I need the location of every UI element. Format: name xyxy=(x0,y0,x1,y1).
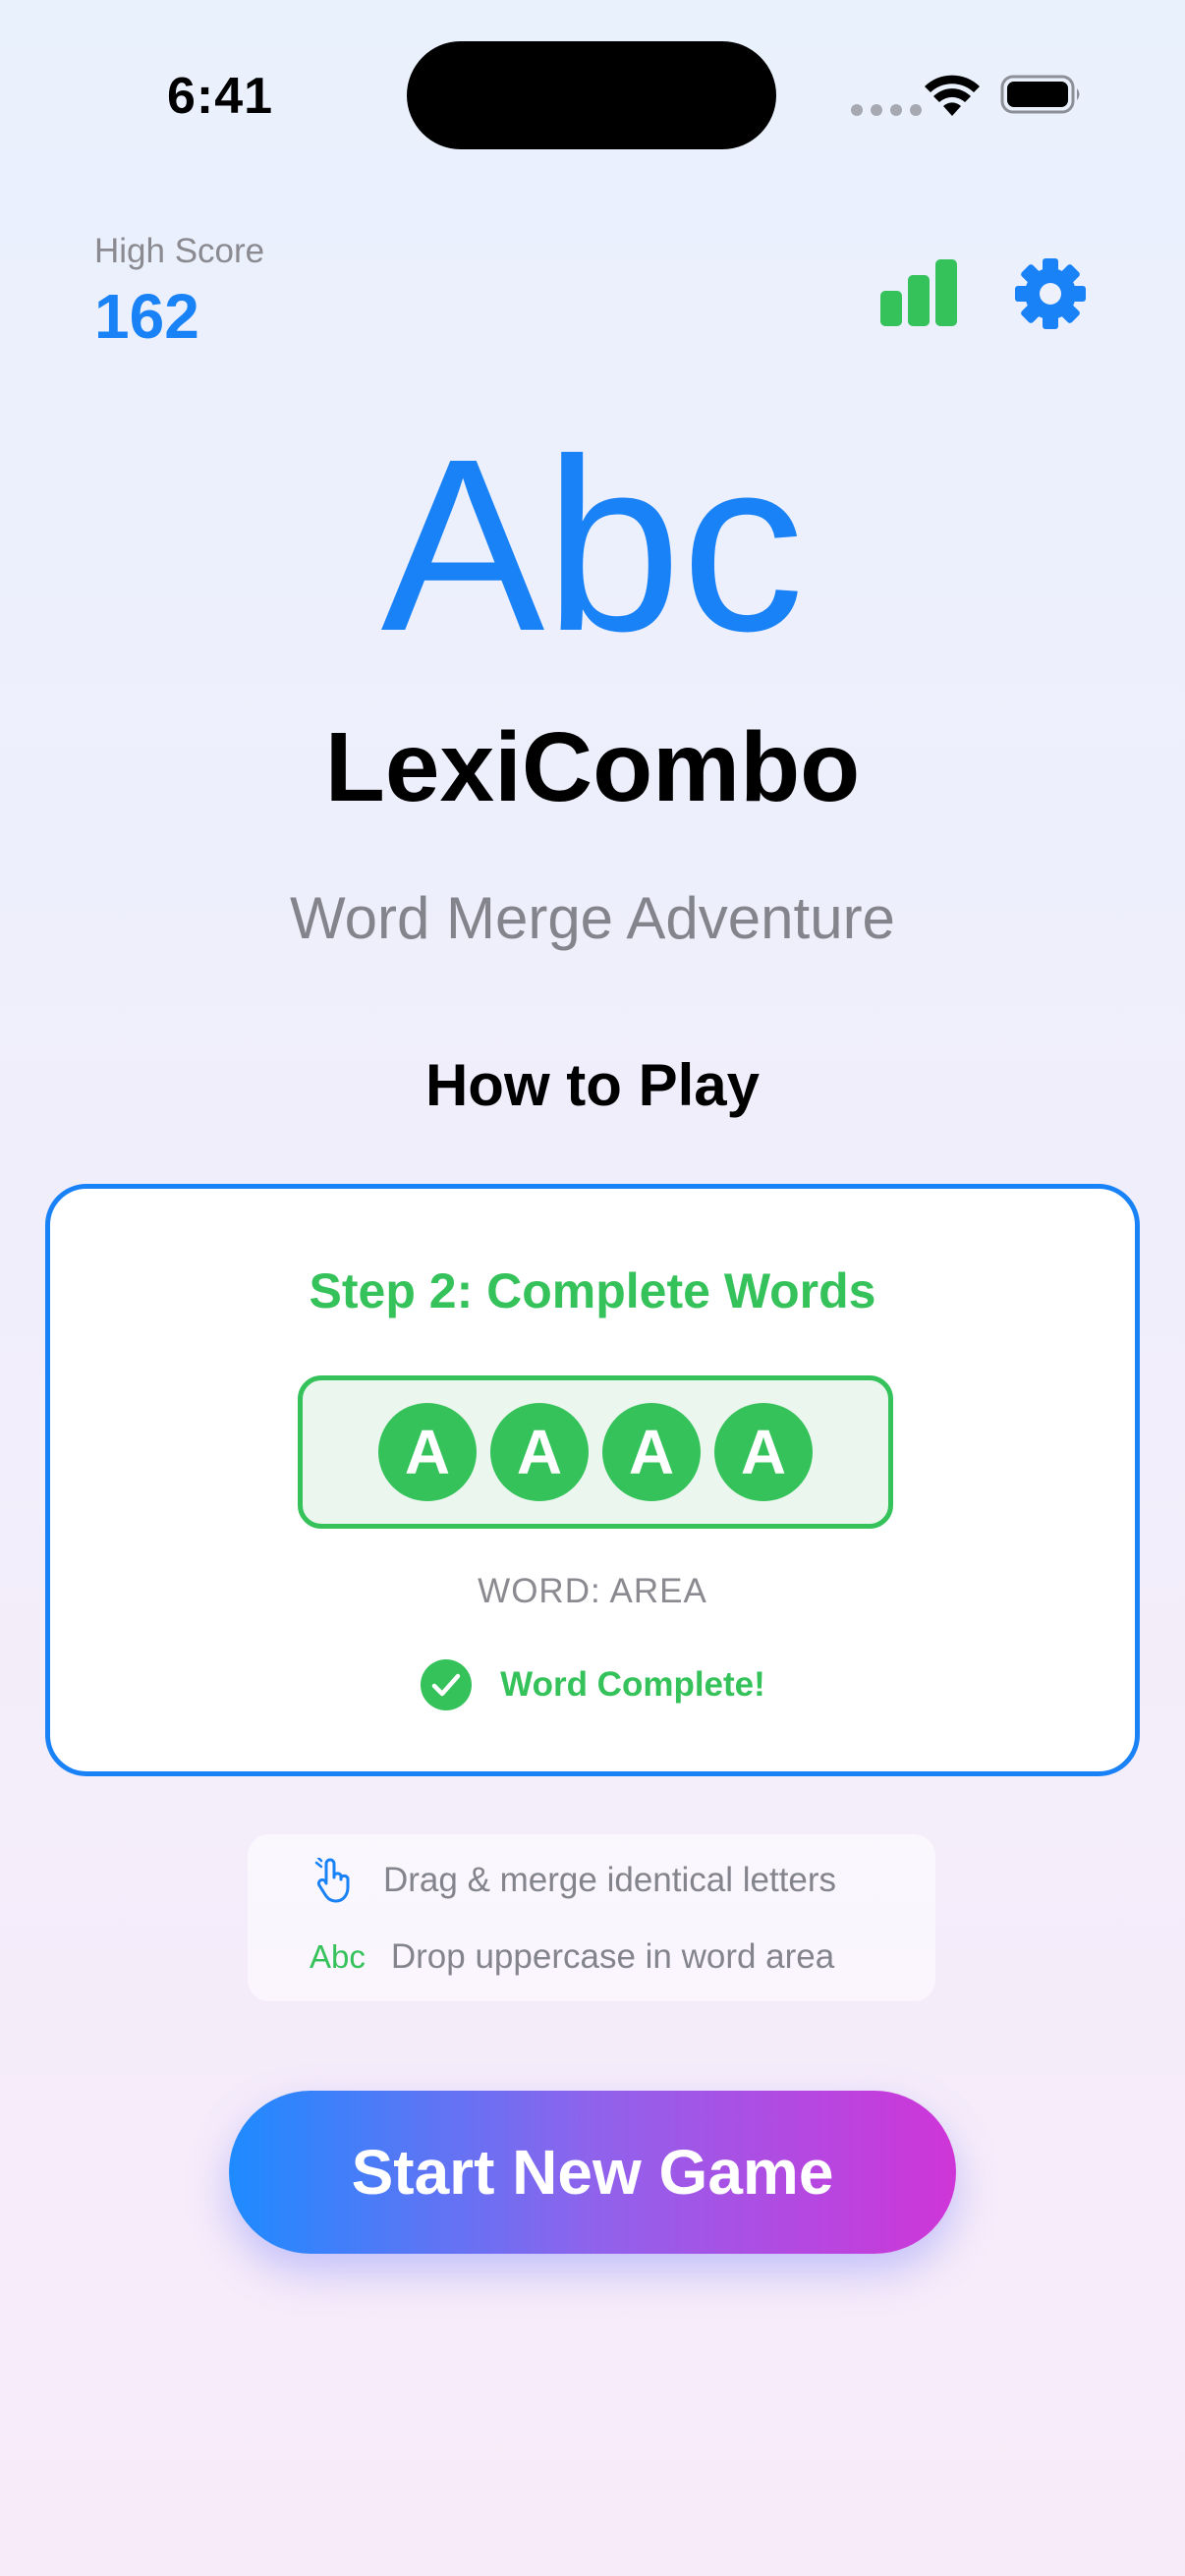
app-title: LexiCombo xyxy=(324,712,861,822)
stats-button[interactable] xyxy=(876,257,965,328)
app-logo-icon: Abc xyxy=(380,408,805,682)
tips-box: Drag & merge identical letters Abc Drop … xyxy=(248,1834,935,2001)
tutorial-card: Step 2: Complete Words A A A A WORD: ARE… xyxy=(45,1184,1140,1776)
word-complete-status: Word Complete! xyxy=(50,1658,1135,1711)
wifi-icon xyxy=(925,75,980,116)
hand-tap-icon xyxy=(314,1858,350,1903)
tip-row-drop: Abc Drop uppercase in word area xyxy=(248,1931,935,1984)
start-new-game-button[interactable]: Start New Game xyxy=(229,2091,956,2254)
status-time: 6:41 xyxy=(167,68,274,125)
cellular-signal-icon xyxy=(851,104,922,116)
bar-chart-icon xyxy=(880,259,957,326)
how-to-play-title: How to Play xyxy=(424,1052,761,1118)
dynamic-island xyxy=(407,41,776,149)
letter-tile: A xyxy=(378,1403,477,1501)
letter-tile: A xyxy=(714,1403,813,1501)
word-complete-text: Word Complete! xyxy=(500,1665,765,1704)
tip-text-drop: Drop uppercase in word area xyxy=(390,1937,835,1976)
checkmark-circle-icon xyxy=(421,1659,473,1710)
gear-icon xyxy=(1015,258,1086,329)
status-bar: 6:41 xyxy=(0,0,1185,196)
tip-row-drag: Drag & merge identical letters xyxy=(248,1854,935,1907)
step-title: Step 2: Complete Words xyxy=(309,1263,876,1318)
word-slot: A A A A xyxy=(298,1375,893,1529)
letter-tile: A xyxy=(602,1403,701,1501)
abc-text-icon: Abc xyxy=(310,1938,366,1975)
settings-button[interactable] xyxy=(1014,257,1087,330)
battery-icon xyxy=(1000,75,1080,114)
high-score-value: 162 xyxy=(94,281,199,352)
app-subtitle: Word Merge Adventure xyxy=(290,885,895,951)
word-label: WORD: AREA xyxy=(478,1572,707,1610)
tip-text-drag: Drag & merge identical letters xyxy=(383,1861,837,1899)
high-score-label: High Score xyxy=(94,232,265,270)
letter-tile: A xyxy=(490,1403,589,1501)
